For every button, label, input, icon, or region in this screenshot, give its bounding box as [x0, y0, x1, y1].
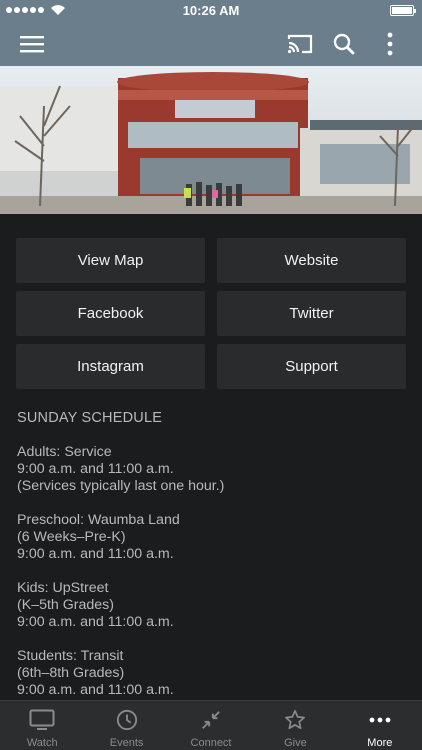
- schedule-line: (6 Weeks–Pre-K): [17, 529, 126, 545]
- website-button[interactable]: Website: [217, 238, 406, 283]
- tab-watch[interactable]: Watch: [0, 701, 84, 750]
- menu-icon[interactable]: [18, 30, 46, 58]
- schedule-line: Students: Transit: [17, 648, 124, 664]
- cast-icon[interactable]: [286, 30, 314, 58]
- schedule-line: 9:00 a.m. and 11:00 a.m.: [17, 461, 174, 477]
- schedule-line: (6th–8th Grades): [17, 665, 125, 681]
- schedule-line: (K–5th Grades): [17, 597, 114, 613]
- more-horiz-icon: [369, 717, 391, 723]
- tab-more[interactable]: More: [338, 701, 422, 750]
- view-map-button[interactable]: View Map: [16, 238, 205, 283]
- tab-label: Watch: [26, 737, 58, 749]
- tab-events[interactable]: Events: [84, 701, 168, 750]
- status-time: 10:26 AM: [182, 3, 240, 18]
- star-icon: [285, 710, 306, 730]
- schedule-line: 9:00 a.m. and 11:00 a.m.: [17, 614, 174, 630]
- campus-photo: [0, 66, 422, 214]
- schedule-block-adults: Adults: Service 9:00 a.m. and 11:00 a.m.…: [17, 444, 407, 495]
- schedule-line: Preschool: Waumba Land: [17, 512, 180, 528]
- support-button[interactable]: Support: [217, 344, 406, 389]
- twitter-button[interactable]: Twitter: [217, 291, 406, 336]
- schedule-line: Kids: UpStreet: [17, 580, 109, 596]
- link-buttons: View Map Website Facebook Twitter Instag…: [16, 238, 406, 389]
- tab-connect[interactable]: Connect: [169, 701, 253, 750]
- tab-label: Give: [284, 737, 307, 749]
- more-vert-icon[interactable]: [376, 30, 404, 58]
- tab-bar: Watch Events Connect Give More: [0, 700, 422, 750]
- instagram-button[interactable]: Instagram: [16, 344, 205, 389]
- tab-label: More: [367, 737, 393, 749]
- schedule-line: Adults: Service: [17, 444, 112, 460]
- arrows-in-icon: [202, 711, 220, 729]
- tab-label: Connect: [190, 737, 232, 749]
- search-icon[interactable]: [330, 30, 358, 58]
- status-bar: 10:26 AM: [0, 0, 422, 22]
- facebook-button[interactable]: Facebook: [16, 291, 205, 336]
- tv-icon: [29, 709, 55, 730]
- schedule-line: 9:00 a.m. and 11:00 a.m.: [17, 546, 174, 562]
- schedule-line: 9:00 a.m. and 11:00 a.m.: [17, 682, 174, 698]
- schedule-line: (Services typically last one hour.): [17, 478, 225, 494]
- sunday-schedule: SUNDAY SCHEDULE Adults: Service 9:00 a.m…: [17, 410, 407, 716]
- clock-icon: [116, 709, 137, 731]
- battery-icon: [390, 5, 416, 16]
- tab-give[interactable]: Give: [253, 701, 337, 750]
- app-bar: [0, 22, 422, 66]
- schedule-heading: SUNDAY SCHEDULE: [17, 410, 163, 426]
- schedule-block-preschool: Preschool: Waumba Land (6 Weeks–Pre-K) 9…: [17, 512, 407, 563]
- schedule-block-kids: Kids: UpStreet (K–5th Grades) 9:00 a.m. …: [17, 580, 407, 631]
- tab-label: Events: [109, 737, 144, 749]
- schedule-block-students: Students: Transit (6th–8th Grades) 9:00 …: [17, 648, 407, 699]
